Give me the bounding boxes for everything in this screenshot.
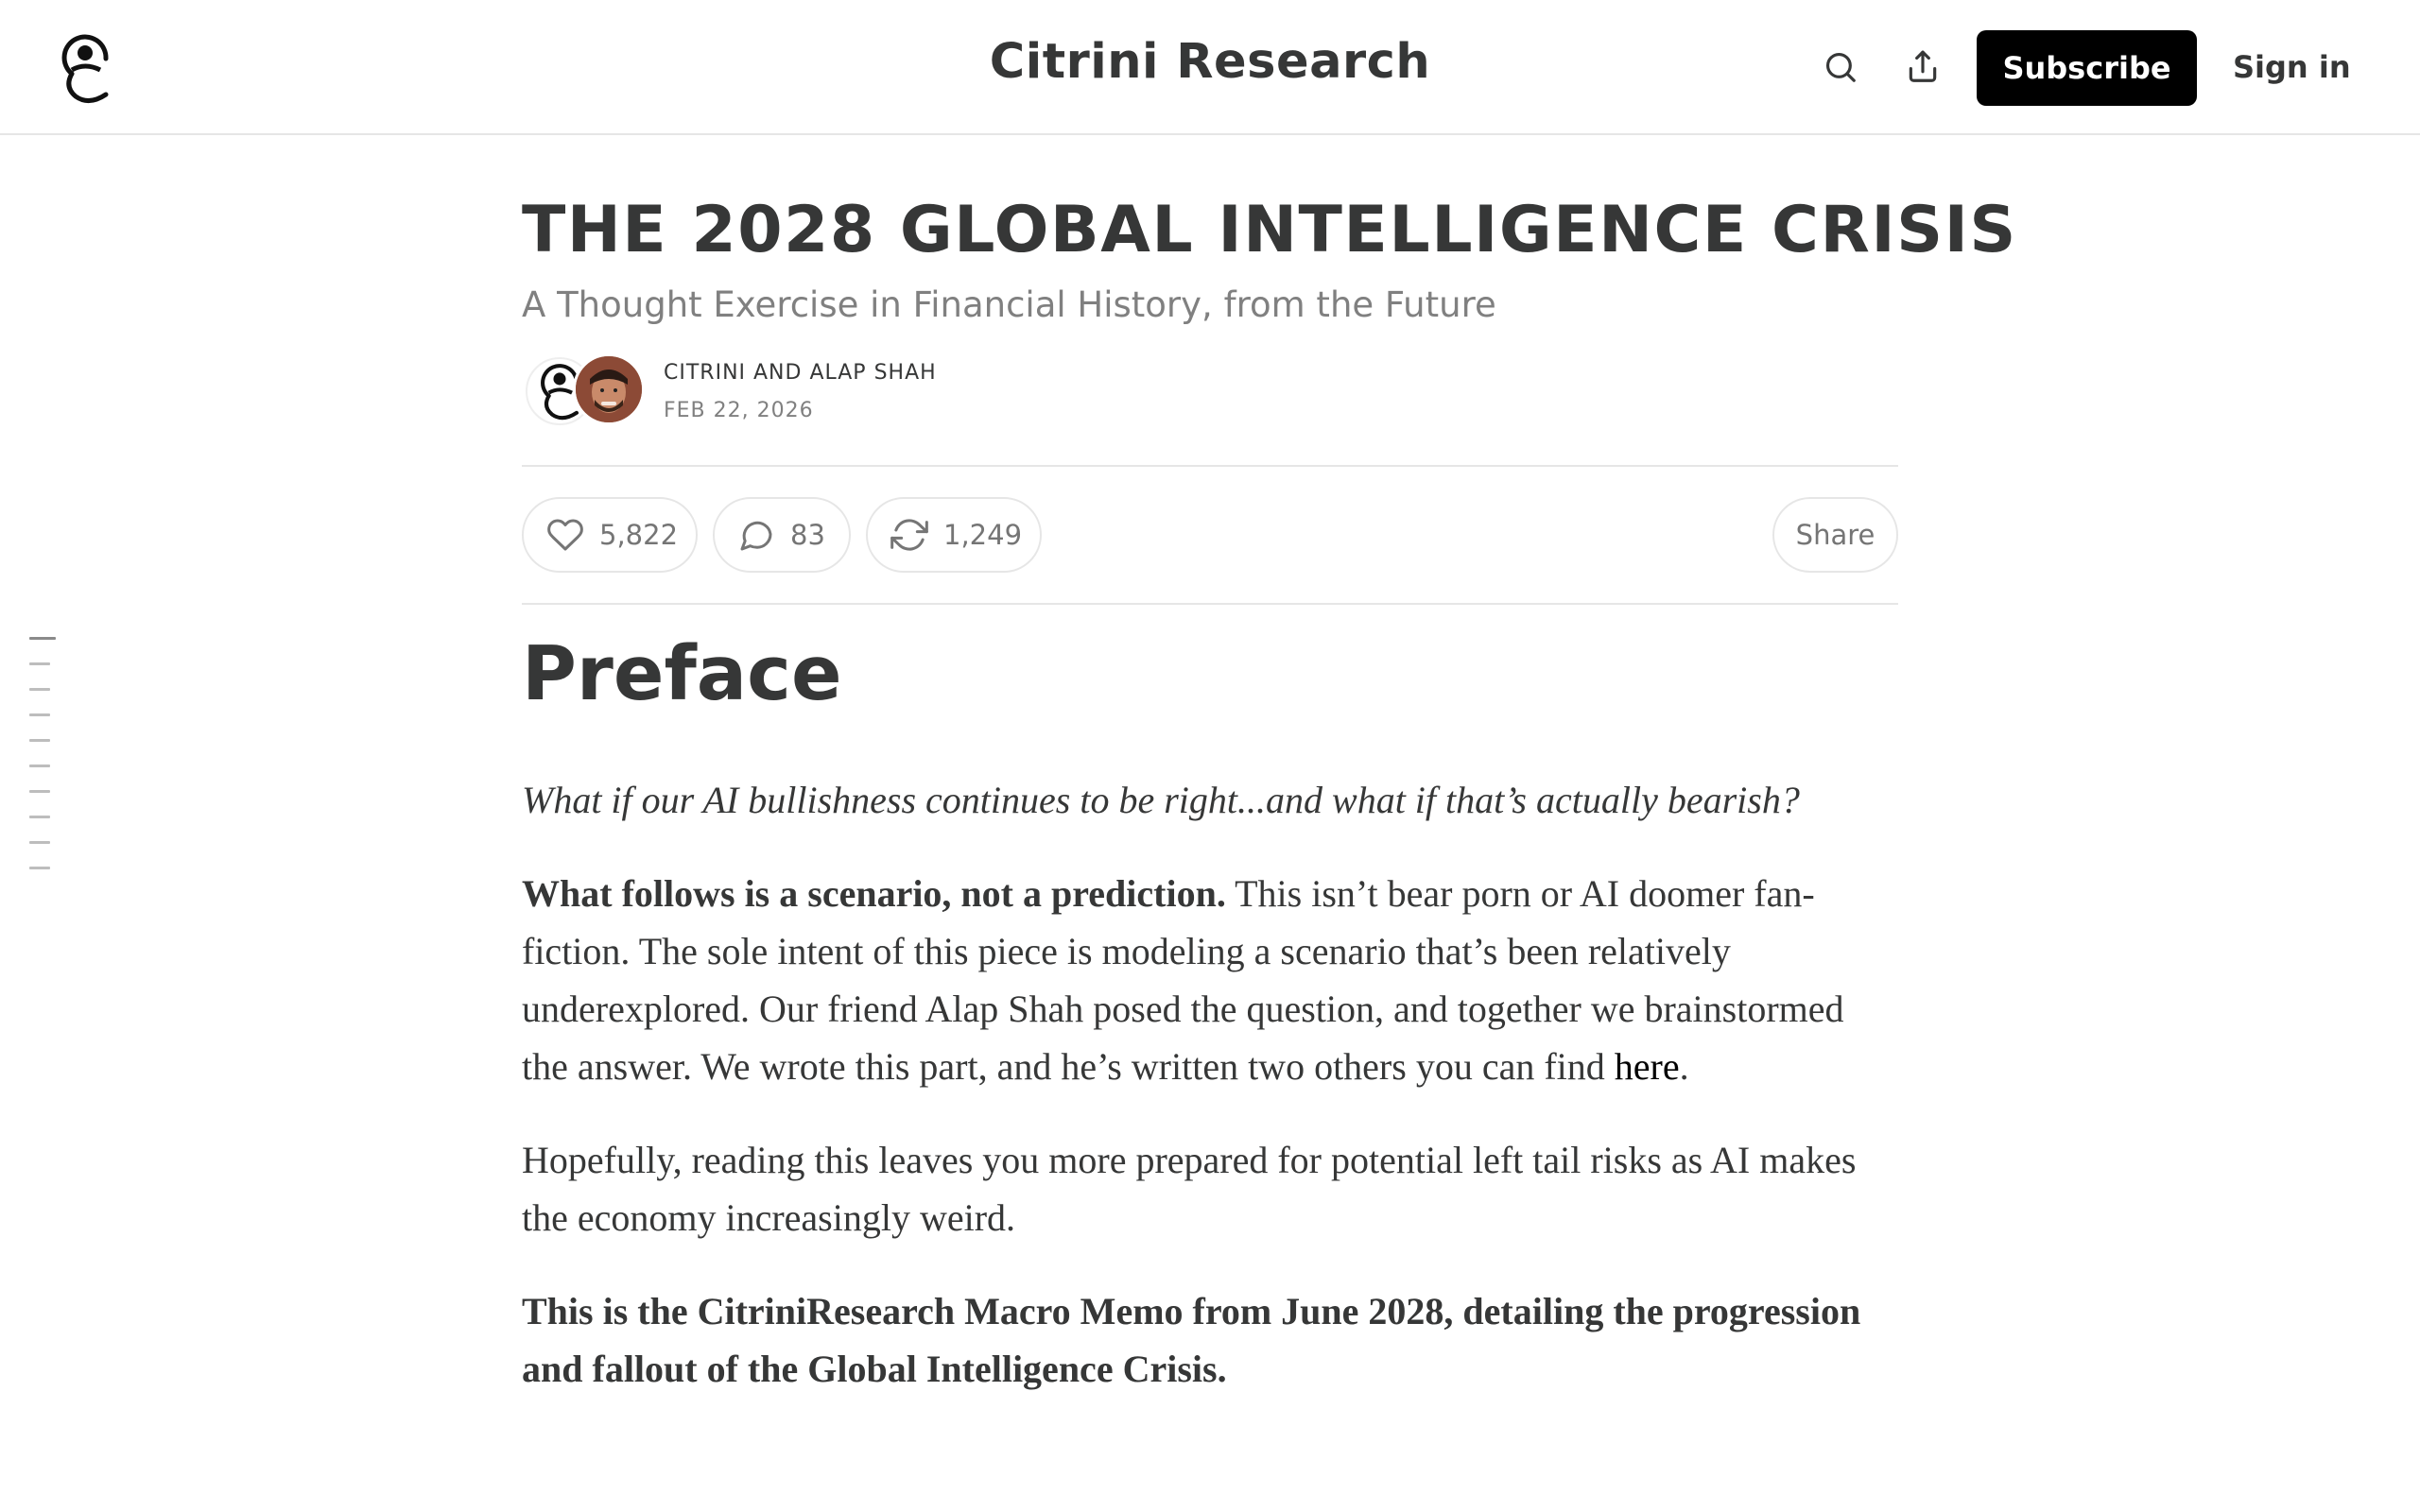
toc-item[interactable]: [29, 713, 50, 716]
search-icon: [1825, 52, 1856, 82]
like-button[interactable]: 5,822: [522, 496, 698, 573]
post-actions-bar: 5,822 83 1,249 Share: [522, 464, 1898, 605]
paragraph: What follows is a scenario, not a predic…: [522, 865, 1898, 1095]
restack-button[interactable]: 1,249: [866, 496, 1042, 573]
toc-item[interactable]: [29, 739, 50, 742]
toc-item[interactable]: [29, 867, 50, 869]
here-link[interactable]: here: [1615, 1045, 1680, 1088]
like-count: 5,822: [599, 518, 679, 551]
toc-item[interactable]: [29, 688, 50, 691]
byline: CITRINI AND ALAP SHAH FEB 22, 2026: [522, 352, 1898, 437]
intro-question: What if our AI bullishness continues to …: [522, 779, 1800, 822]
toc-item[interactable]: [29, 765, 50, 767]
memo-intro-paragraph: This is the CitriniResearch Macro Memo f…: [522, 1290, 1861, 1391]
post-subtitle: A Thought Exercise in Financial History,…: [522, 284, 1496, 326]
heart-icon: [547, 519, 583, 551]
post-date: FEB 22, 2026: [664, 398, 814, 422]
restack-icon: [890, 518, 928, 551]
paragraph: Hopefully, reading this leaves you more …: [522, 1139, 1857, 1240]
post-title: THE 2028 GLOBAL INTELLIGENCE CRISIS: [522, 193, 2017, 267]
toc-item[interactable]: [29, 637, 56, 640]
share-post-button[interactable]: [1901, 45, 1945, 89]
publication-title[interactable]: Citrini Research: [990, 34, 1430, 90]
comment-button[interactable]: 83: [713, 496, 851, 573]
author-avatars[interactable]: [522, 352, 645, 429]
restack-count: 1,249: [943, 518, 1023, 551]
comment-count: 83: [790, 518, 825, 551]
table-of-contents-rail[interactable]: [29, 637, 56, 892]
search-button[interactable]: [1819, 45, 1862, 89]
article: THE 2028 GLOBAL INTELLIGENCE CRISIS A Th…: [522, 135, 2017, 1398]
share-upload-icon: [1909, 50, 1937, 82]
alap-shah-avatar[interactable]: [573, 352, 645, 425]
share-button[interactable]: Share: [1772, 496, 1898, 573]
citrini-logo-icon[interactable]: [59, 32, 112, 104]
author-names[interactable]: CITRINI AND ALAP SHAH: [664, 361, 937, 385]
paragraph-end: .: [1679, 1045, 1689, 1089]
toc-item[interactable]: [29, 662, 50, 665]
toc-item[interactable]: [29, 841, 50, 844]
sign-in-button[interactable]: Sign in: [2233, 45, 2351, 89]
comment-bubble-icon: [740, 521, 772, 551]
subscribe-button[interactable]: Subscribe: [1977, 30, 2197, 106]
paragraph-bold-lead: What follows is a scenario, not a predic…: [522, 872, 1226, 916]
section-heading: Preface: [522, 629, 842, 717]
toc-item[interactable]: [29, 816, 50, 818]
toc-item[interactable]: [29, 790, 50, 793]
top-navbar: Citrini Research Subscribe Sign in: [0, 0, 2420, 135]
